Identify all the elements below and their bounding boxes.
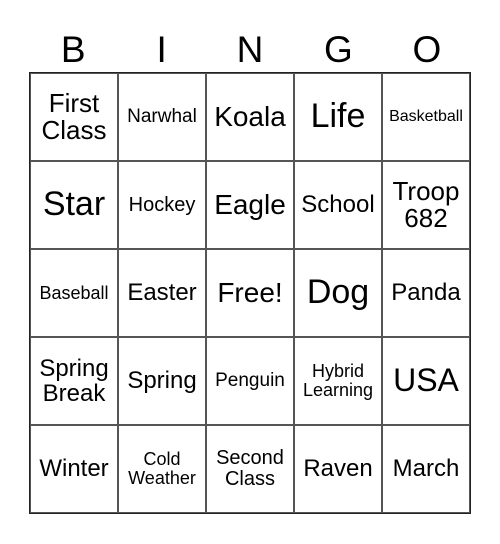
bingo-cell[interactable]: March <box>382 425 470 513</box>
bingo-cell[interactable]: Hockey <box>118 161 206 249</box>
bingo-cell[interactable]: First Class <box>30 73 118 161</box>
free-space-cell[interactable]: Free! <box>206 249 294 337</box>
bingo-cell[interactable]: Star <box>30 161 118 249</box>
bingo-cell[interactable]: Second Class <box>206 425 294 513</box>
bingo-cell[interactable]: Koala <box>206 73 294 161</box>
header-letter-g: G <box>324 29 353 70</box>
bingo-header: B I N G O <box>29 28 471 72</box>
bingo-cell[interactable]: Raven <box>294 425 382 513</box>
bingo-cell[interactable]: Panda <box>382 249 470 337</box>
bingo-cell[interactable]: Eagle <box>206 161 294 249</box>
bingo-cell[interactable]: Easter <box>118 249 206 337</box>
bingo-cell[interactable]: USA <box>382 337 470 425</box>
bingo-cell[interactable]: Dog <box>294 249 382 337</box>
bingo-cell[interactable]: Life <box>294 73 382 161</box>
bingo-cell[interactable]: Cold Weather <box>118 425 206 513</box>
bingo-cell[interactable]: Hybrid Learning <box>294 337 382 425</box>
bingo-cell[interactable]: Spring Break <box>30 337 118 425</box>
bingo-cell[interactable]: Basketball <box>382 73 470 161</box>
bingo-cell[interactable]: Spring <box>118 337 206 425</box>
bingo-cell[interactable]: Narwhal <box>118 73 206 161</box>
bingo-cell[interactable]: Penguin <box>206 337 294 425</box>
header-letter-o: O <box>412 29 442 70</box>
header-letter-b: B <box>60 29 86 70</box>
bingo-cell[interactable]: Troop 682 <box>382 161 470 249</box>
header-letter-i: I <box>156 29 167 70</box>
bingo-card-grid: First Class Narwhal Koala Life Basketbal… <box>29 72 471 514</box>
header-letter-n: N <box>236 29 264 70</box>
bingo-cell[interactable]: School <box>294 161 382 249</box>
bingo-cell[interactable]: Winter <box>30 425 118 513</box>
bingo-cell[interactable]: Baseball <box>30 249 118 337</box>
